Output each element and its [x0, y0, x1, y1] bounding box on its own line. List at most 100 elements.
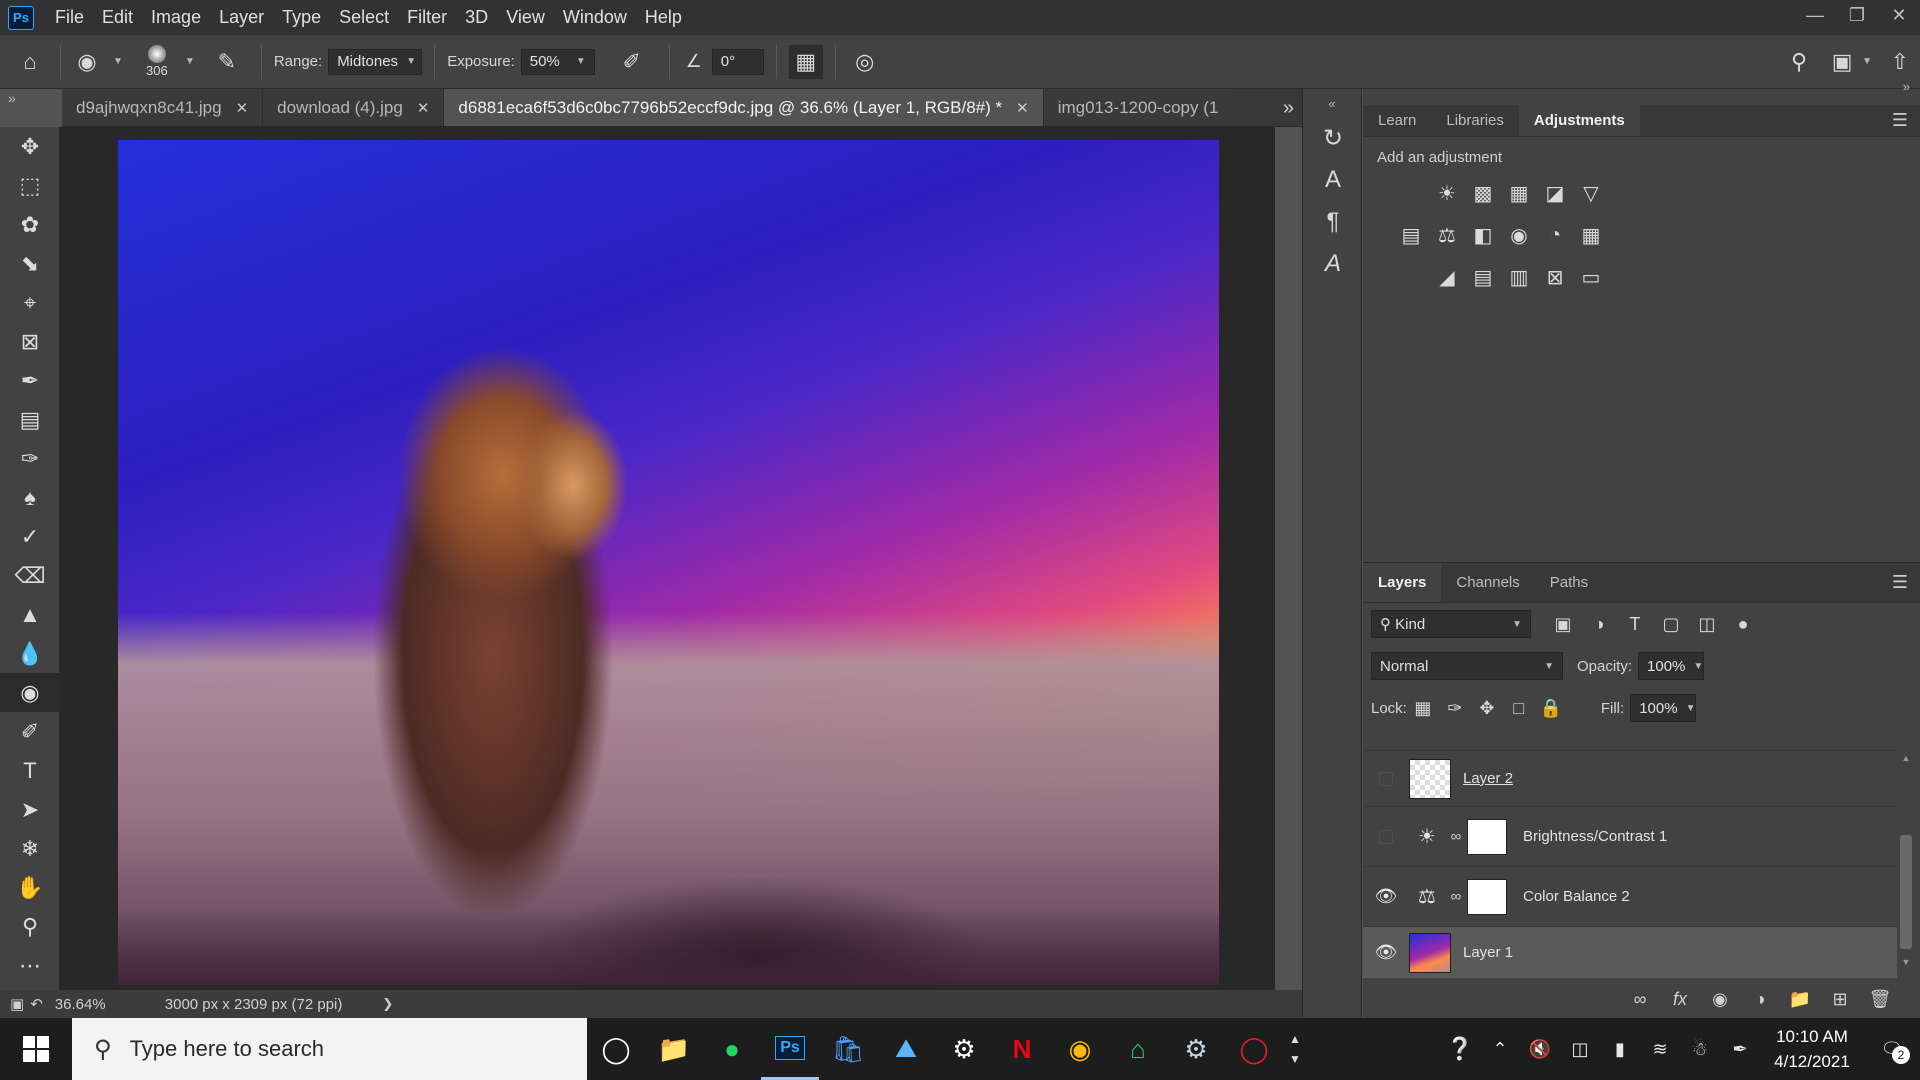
- link-icon[interactable]: ∞: [1445, 828, 1467, 845]
- tab-libraries[interactable]: Libraries: [1431, 105, 1519, 136]
- tab-document-1[interactable]: d9ajhwqxn8c41.jpg ✕: [62, 89, 264, 126]
- frame-tool-icon[interactable]: ⊠: [0, 322, 60, 361]
- levels-icon[interactable]: ▩: [1465, 178, 1501, 208]
- color-balance-icon[interactable]: ⚖: [1429, 220, 1465, 250]
- shape-tool-icon[interactable]: ❄: [0, 829, 60, 868]
- new-adjustment-layer-icon[interactable]: ◑: [1740, 989, 1780, 1010]
- menu-window[interactable]: Window: [554, 7, 636, 28]
- brush-tool-icon[interactable]: ✑: [0, 439, 60, 478]
- more-tools-icon[interactable]: ⋯: [0, 946, 60, 985]
- selective-color-icon[interactable]: ⊠: [1537, 262, 1573, 292]
- crop-tool-icon[interactable]: ⌖: [0, 283, 60, 322]
- clock[interactable]: 10:10 AM 4/12/2021: [1760, 1024, 1864, 1074]
- file-explorer-icon[interactable]: 📁: [645, 1018, 703, 1080]
- menu-view[interactable]: View: [497, 7, 554, 28]
- search-icon[interactable]: ⚲: [1776, 49, 1822, 75]
- tab-document-3[interactable]: d6881eca6f53d6c0bc7796b52eccf9dc.jpg @ 3…: [444, 89, 1044, 126]
- fill-input[interactable]: 100% ▼: [1630, 694, 1697, 722]
- gradient-map-icon[interactable]: ▭: [1573, 262, 1609, 292]
- workspace-icon[interactable]: ▣: [1822, 49, 1862, 75]
- exposure-icon[interactable]: ◪: [1537, 178, 1573, 208]
- chevron-down-icon[interactable]: ▼: [1862, 56, 1872, 67]
- paint-bucket-tool-icon[interactable]: ▲: [0, 595, 60, 634]
- restore-button[interactable]: ❐: [1836, 0, 1878, 30]
- lock-artboard-icon[interactable]: □: [1503, 698, 1535, 719]
- delete-layer-icon[interactable]: 🗑: [1860, 989, 1900, 1010]
- history-panel-icon[interactable]: ↻: [1303, 117, 1363, 159]
- link-icon[interactable]: ∞: [1445, 888, 1467, 905]
- photo-filter-icon[interactable]: ◉: [1501, 220, 1537, 250]
- blend-mode-select[interactable]: Normal ▼: [1371, 652, 1563, 680]
- canvas-area[interactable]: [60, 127, 1275, 990]
- windows-start-button[interactable]: [0, 1018, 72, 1080]
- brightness-contrast-icon[interactable]: ☀: [1429, 178, 1465, 208]
- history-brush-tool-icon[interactable]: ✓: [0, 517, 60, 556]
- taskbar-scroll-icon[interactable]: ▲ ▼: [1283, 1029, 1307, 1069]
- type-tool-icon[interactable]: T: [0, 751, 60, 790]
- pen-tool-icon[interactable]: ✐: [0, 712, 60, 751]
- filter-toggle-icon[interactable]: ●: [1725, 614, 1761, 635]
- collapse-toolbar-icon[interactable]: »: [8, 90, 16, 106]
- volume-muted-icon[interactable]: 🔇: [1520, 1039, 1560, 1060]
- tab-learn[interactable]: Learn: [1363, 105, 1431, 136]
- tab-layers[interactable]: Layers: [1363, 563, 1442, 602]
- kind-filter-select[interactable]: ⚲ Kind ▼: [1371, 610, 1531, 638]
- menu-image[interactable]: Image: [142, 7, 210, 28]
- minimize-button[interactable]: —: [1794, 0, 1836, 30]
- channel-mixer-icon[interactable]: ◔: [1537, 220, 1573, 250]
- eraser-tool-icon[interactable]: ⌫: [0, 556, 60, 595]
- layer-row-layer-1[interactable]: 👁 Layer 1: [1363, 926, 1897, 978]
- glyphs-panel-icon[interactable]: A: [1303, 243, 1363, 285]
- menu-help[interactable]: Help: [636, 7, 691, 28]
- hue-saturation-icon[interactable]: ▤: [1393, 220, 1429, 250]
- eyedropper-tool-icon[interactable]: ✒: [0, 361, 60, 400]
- tab-document-2[interactable]: download (4).jpg ✕: [263, 89, 445, 126]
- panel-menu-icon[interactable]: ☰: [1880, 563, 1920, 602]
- visibility-toggle-off[interactable]: [1379, 829, 1393, 844]
- black-white-icon[interactable]: ◧: [1465, 220, 1501, 250]
- chrome-icon[interactable]: ◉: [1051, 1018, 1109, 1080]
- eye-icon[interactable]: 👁: [1363, 942, 1409, 963]
- scrollbar-thumb[interactable]: [1900, 835, 1912, 949]
- smart-object-filter-icon[interactable]: ◫: [1689, 614, 1725, 635]
- language-icon[interactable]: ☃: [1680, 1039, 1720, 1060]
- layer-name[interactable]: Layer 2: [1463, 770, 1513, 787]
- sponge-tool-preset-icon[interactable]: ◉: [69, 49, 105, 75]
- tab-paths[interactable]: Paths: [1535, 563, 1603, 602]
- photos-icon[interactable]: ⛰: [877, 1018, 935, 1080]
- tab-document-4[interactable]: img013-1200-copy (1: [1043, 89, 1233, 126]
- adjustment-layer-filter-icon[interactable]: ◑: [1581, 614, 1617, 635]
- lock-position-icon[interactable]: ✥: [1471, 698, 1503, 719]
- help-icon[interactable]: ❔: [1440, 1036, 1480, 1062]
- layer-row-color-balance[interactable]: 👁 ⚖ ∞ Color Balance 2: [1363, 866, 1897, 926]
- layer-row-brightness-contrast[interactable]: ☀ ∞ Brightness/Contrast 1: [1363, 806, 1897, 866]
- menu-edit[interactable]: Edit: [93, 7, 142, 28]
- new-group-icon[interactable]: 📁: [1780, 989, 1820, 1010]
- range-select[interactable]: Midtones ▼: [328, 48, 423, 75]
- taskbar-search-box[interactable]: ⚲ Type here to search: [72, 1018, 587, 1080]
- lock-all-icon[interactable]: 🔒: [1535, 698, 1567, 719]
- clone-stamp-tool-icon[interactable]: ♠: [0, 478, 60, 517]
- lock-transparency-icon[interactable]: ▦: [1407, 698, 1439, 719]
- photoshop-taskbar-icon[interactable]: Ps: [761, 1018, 819, 1080]
- tab-channels[interactable]: Channels: [1441, 563, 1534, 602]
- close-icon[interactable]: ✕: [417, 99, 430, 117]
- eye-icon[interactable]: 👁: [1363, 886, 1409, 907]
- close-window-button[interactable]: ✕: [1878, 0, 1920, 30]
- link-layers-icon[interactable]: ∞: [1620, 989, 1660, 1010]
- zoom-tool-icon[interactable]: ⚲: [0, 907, 60, 946]
- menu-filter[interactable]: Filter: [398, 7, 456, 28]
- steam-icon[interactable]: ⚙: [1167, 1018, 1225, 1080]
- path-selection-tool-icon[interactable]: ➤: [0, 790, 60, 829]
- battery-icon[interactable]: ▮: [1600, 1039, 1640, 1060]
- task-view-icon[interactable]: ◯: [587, 1018, 645, 1080]
- move-tool-icon[interactable]: ✥: [0, 127, 60, 166]
- blur-tool-icon[interactable]: 💧: [0, 634, 60, 673]
- chevron-down-icon[interactable]: ▼: [113, 56, 123, 67]
- pen-icon[interactable]: ✒: [1720, 1039, 1760, 1060]
- brush-preset-picker[interactable]: 306: [137, 45, 177, 78]
- shape-layer-filter-icon[interactable]: ▢: [1653, 614, 1689, 635]
- paragraph-panel-icon[interactable]: ¶: [1303, 201, 1363, 243]
- type-layer-filter-icon[interactable]: T: [1617, 614, 1653, 635]
- scroll-down-icon[interactable]: ▼: [1900, 957, 1912, 967]
